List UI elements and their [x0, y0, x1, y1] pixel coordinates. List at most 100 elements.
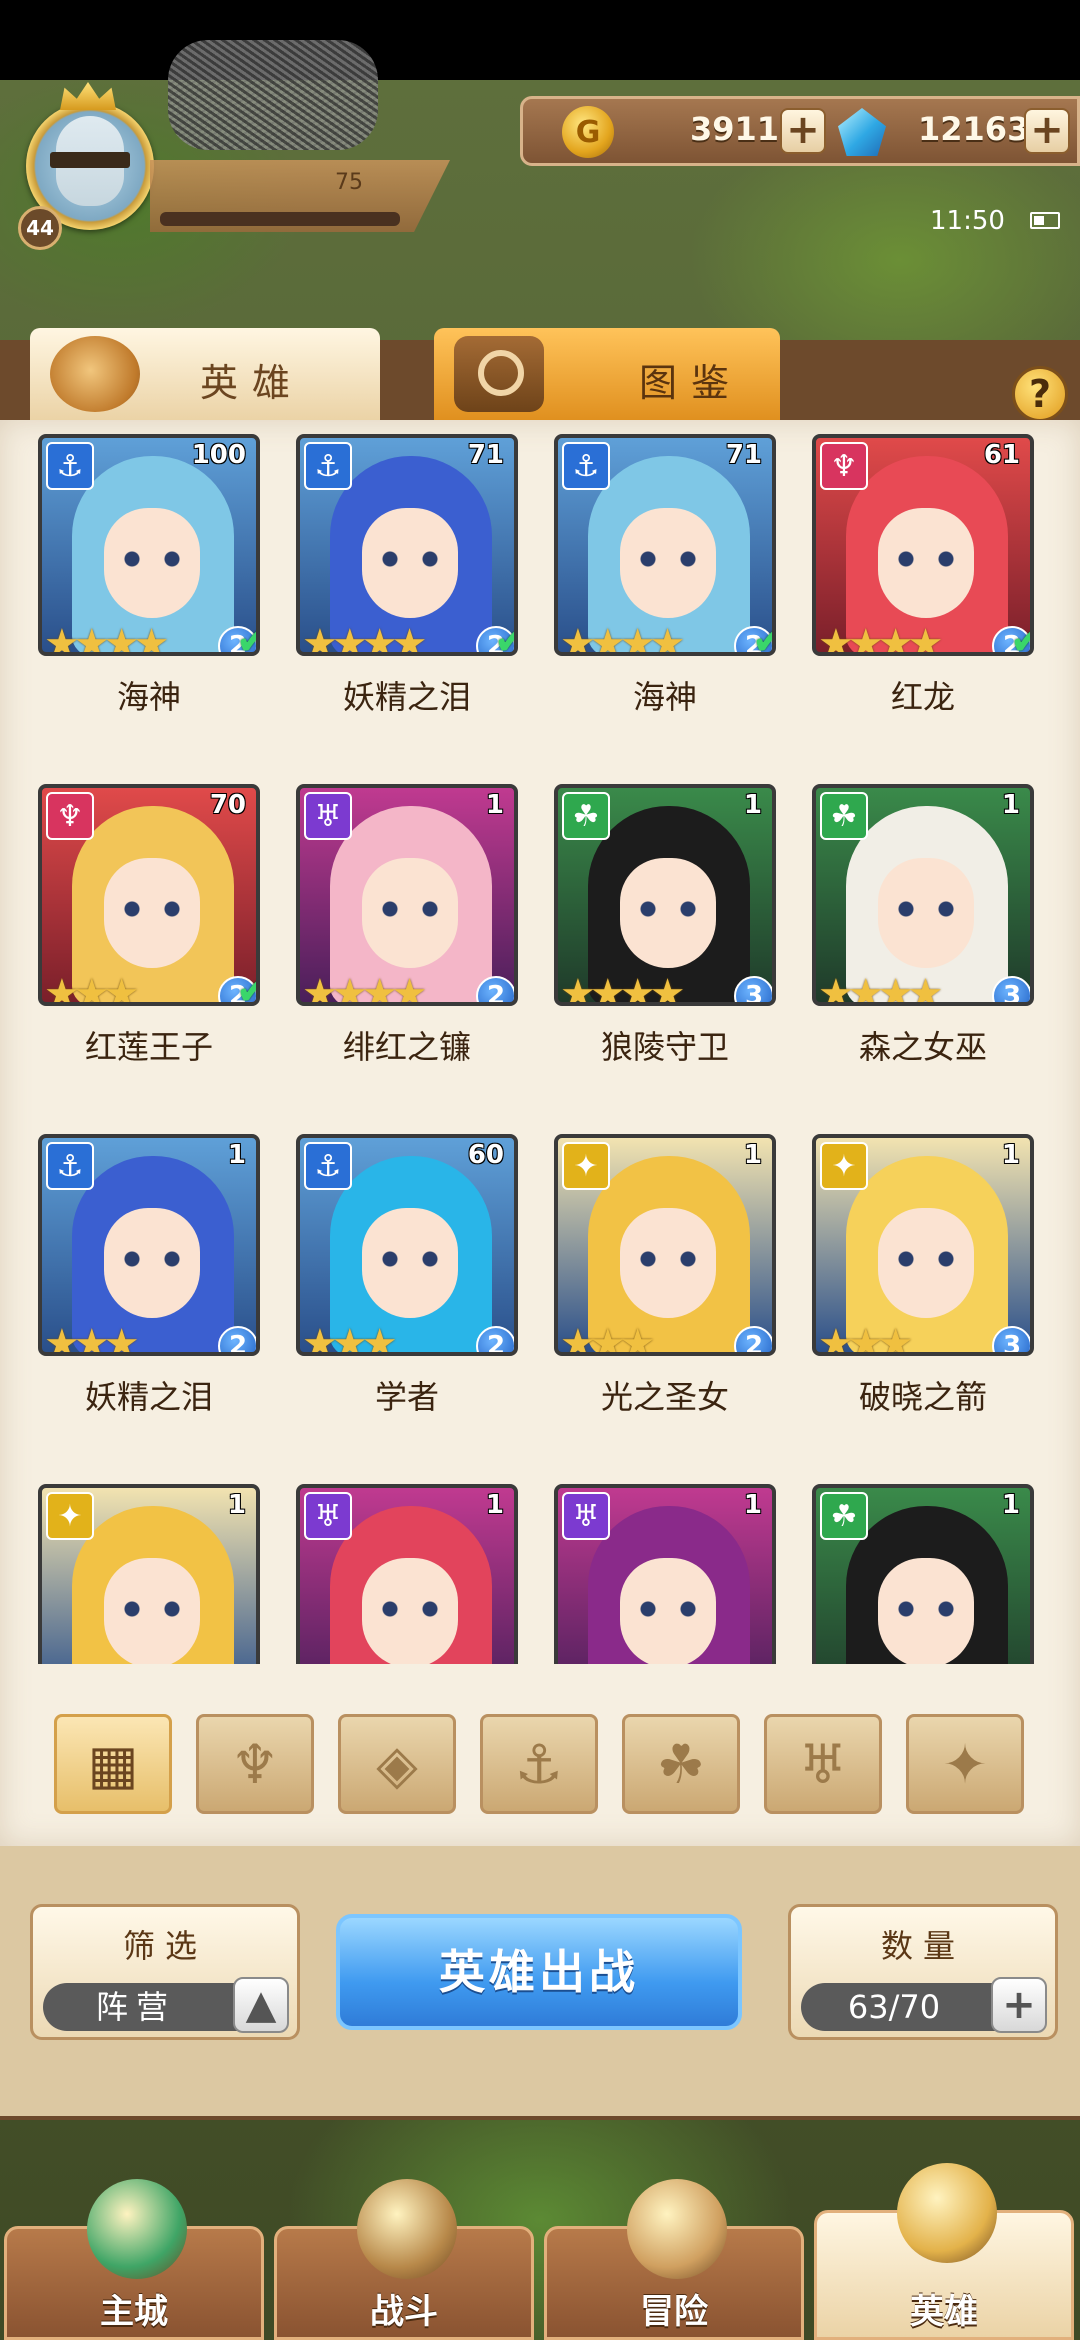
hero-card[interactable]: ♅ 1 ★★★★ 2 绯红之镰	[296, 784, 518, 1114]
hero-level: 1	[227, 1140, 246, 1170]
hero-eyes	[636, 550, 700, 568]
hero-card[interactable]: ⚓ 71 ★★★★ 2 ✔ 海神	[554, 434, 776, 764]
filter-toggle-button[interactable]: ▲	[233, 1977, 289, 2033]
hero-stars: ★★★	[818, 1321, 914, 1356]
hero-name: 海神	[116, 678, 181, 716]
hero-portrait: ✦ 1 ★★★ 2	[554, 1134, 776, 1356]
hero-eyes	[378, 900, 442, 918]
add-gems-button[interactable]: +	[1024, 108, 1070, 154]
filter-beast-faction-icon[interactable]: ☘	[622, 1714, 740, 1814]
hero-card[interactable]: ♅ 1	[296, 1484, 518, 1664]
hero-card[interactable]: ☘ 1	[812, 1484, 1034, 1664]
hero-portrait: ♆ 61 ★★★★ 2 ✔	[812, 434, 1034, 656]
hero-level: 61	[983, 440, 1020, 470]
nav-castle[interactable]: 主城	[4, 2179, 264, 2340]
swords-icon	[357, 2179, 457, 2279]
hero-card[interactable]: ♆ 61 ★★★★ 2 ✔ 红龙	[812, 434, 1034, 764]
hero-portrait: ☘ 1	[812, 1484, 1034, 1664]
add-gold-button[interactable]: +	[780, 108, 826, 154]
hero-eyes	[636, 1600, 700, 1618]
exp-bar	[160, 212, 400, 226]
hero-tier-badge: 2	[476, 976, 514, 1002]
deploy-heroes-button[interactable]: 英雄出战	[336, 1914, 742, 2030]
faction-icon: ⚓	[304, 1142, 352, 1190]
player-avatar[interactable]: 44	[14, 82, 154, 250]
hero-stars: ★★★★	[560, 621, 685, 656]
hero-eyes	[120, 1250, 184, 1268]
faction-icon: ☘	[820, 1492, 868, 1540]
player-level-badge: 44	[18, 206, 62, 250]
faction-icon: ✦	[46, 1492, 94, 1540]
hero-name: 光之圣女	[600, 1378, 729, 1416]
hero-portrait: ✦ 1	[38, 1484, 260, 1664]
hero-card[interactable]: ✦ 1 ★★★ 2 光之圣女	[554, 1134, 776, 1464]
bottom-nav: 主城 战斗 冒险 英雄	[0, 2163, 1080, 2340]
hero-card[interactable]: ✦ 1 ★★★ 3 破晓之箭	[812, 1134, 1034, 1464]
hero-card[interactable]: ⚓ 71 ★★★★ 2 ✔ 妖精之泪	[296, 434, 518, 764]
hero-eyes	[378, 1600, 442, 1618]
hero-name: 妖精之泪	[84, 1378, 213, 1416]
filter-light-faction-icon[interactable]: ✦	[906, 1714, 1024, 1814]
avatar-blindfold	[50, 152, 130, 168]
battery-icon	[1030, 212, 1060, 229]
nav-swords[interactable]: 战斗	[274, 2179, 534, 2340]
hero-eyes	[894, 900, 958, 918]
hero-portrait: ☘ 1 ★★★★ 3	[554, 784, 776, 1006]
expand-capacity-button[interactable]: +	[991, 1977, 1047, 2033]
filter-anchor-faction-icon[interactable]: ⚓	[480, 1714, 598, 1814]
hero-portrait: ♅ 1	[554, 1484, 776, 1664]
hero-card[interactable]: ⚓ 100 ★★★★ 2 ✔ 海神	[38, 434, 260, 764]
hero-card[interactable]: ♆ 70 ★★★ 2 ✔ 红莲王子	[38, 784, 260, 1114]
hero-count-panel: 数量 63/70 +	[788, 1904, 1058, 2040]
help-button[interactable]: ?	[1012, 366, 1068, 422]
hero-stars: ★★★	[560, 1321, 656, 1356]
hero-stars: ★★★★	[818, 971, 943, 1006]
hero-portrait: ♅ 1 ★★★★ 2	[296, 784, 518, 1006]
hero-stars: ★★★★	[44, 621, 169, 656]
hero-helmet-icon	[897, 2163, 997, 2263]
filter-diamond-faction-icon[interactable]: ◈	[338, 1714, 456, 1814]
hero-level: 1	[743, 790, 762, 820]
hero-card[interactable]: ☘ 1 ★★★★ 3 狼陵守卫	[554, 784, 776, 1114]
hero-card[interactable]: ✦ 1	[38, 1484, 260, 1664]
faction-icon: ☘	[820, 792, 868, 840]
nav-label: 战斗	[370, 2292, 438, 2332]
castle-icon	[87, 2179, 187, 2279]
tab-codex[interactable]: 图鉴	[434, 328, 780, 420]
filter-grid-icon[interactable]: ▦	[54, 1714, 172, 1814]
hero-card[interactable]: ♅ 1	[554, 1484, 776, 1664]
hero-portrait: ♅ 1	[296, 1484, 518, 1664]
hero-tier-badge: 3	[992, 976, 1030, 1002]
hero-portrait: ♆ 70 ★★★ 2 ✔	[38, 784, 260, 1006]
hero-name: 狼陵守卫	[600, 1028, 729, 1066]
hero-name: 绯红之镰	[342, 1028, 471, 1066]
filter-fire-faction-icon[interactable]: ♆	[196, 1714, 314, 1814]
hero-level: 60	[467, 1140, 504, 1170]
filter-dark-faction-icon[interactable]: ♅	[764, 1714, 882, 1814]
hero-portrait: ⚓ 60 ★★★ 2	[296, 1134, 518, 1356]
hero-name: 红莲王子	[84, 1028, 213, 1066]
hero-card[interactable]: ⚓ 60 ★★★ 2 学者	[296, 1134, 518, 1464]
nav-map-scroll[interactable]: 冒险	[544, 2179, 804, 2340]
hero-name: 学者	[374, 1378, 439, 1416]
hero-stars: ★★★★	[302, 971, 427, 1006]
selected-check-icon: ✔	[236, 618, 256, 652]
faction-icon: ♅	[304, 1492, 352, 1540]
hero-portrait: ⚓ 71 ★★★★ 2 ✔	[554, 434, 776, 656]
hero-name: 海神	[632, 678, 697, 716]
crown-icon	[60, 82, 116, 110]
hero-level: 1	[485, 790, 504, 820]
hero-card[interactable]: ⚓ 1 ★★★ 2 妖精之泪	[38, 1134, 260, 1464]
hero-stars: ★★★	[44, 1321, 140, 1356]
hero-level: 71	[467, 440, 504, 470]
nav-hero-helmet[interactable]: 英雄	[814, 2163, 1074, 2340]
nav-label: 冒险	[640, 2292, 708, 2332]
magnifier-icon	[454, 336, 544, 412]
hero-card[interactable]: ☘ 1 ★★★★ 3 森之女巫	[812, 784, 1034, 1114]
selected-check-icon: ✔	[494, 618, 514, 652]
nav-label: 英雄	[910, 2292, 978, 2332]
tab-heroes[interactable]: 英雄	[30, 328, 380, 420]
hero-portrait: ⚓ 71 ★★★★ 2 ✔	[296, 434, 518, 656]
hero-eyes	[636, 1250, 700, 1268]
hero-name: 森之女巫	[858, 1028, 987, 1066]
